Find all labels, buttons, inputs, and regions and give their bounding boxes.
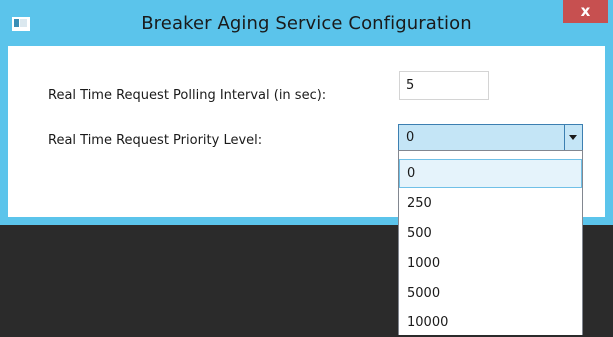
priority-level-combobox[interactable]: 0 [398, 124, 583, 151]
chevron-down-icon[interactable] [564, 125, 582, 150]
priority-level-label: Real Time Request Priority Level: [48, 133, 263, 148]
priority-level-dropdown-list[interactable]: 0 250 500 1000 5000 10000 [398, 150, 583, 335]
title-bar[interactable]: Breaker Aging Service Configuration x [0, 0, 613, 46]
priority-option-250[interactable]: 250 [399, 189, 582, 218]
priority-option-500[interactable]: 500 [399, 219, 582, 248]
close-button[interactable]: x [563, 0, 608, 23]
polling-interval-label: Real Time Request Polling Interval (in s… [48, 88, 327, 103]
priority-option-1000[interactable]: 1000 [399, 249, 582, 278]
window-title: Breaker Aging Service Configuration [141, 13, 472, 34]
polling-interval-input[interactable] [399, 71, 489, 100]
priority-option-0[interactable]: 0 [399, 159, 582, 188]
priority-option-5000[interactable]: 5000 [399, 279, 582, 308]
priority-option-10000[interactable]: 10000 [399, 308, 582, 337]
priority-level-selected-value: 0 [406, 130, 415, 145]
